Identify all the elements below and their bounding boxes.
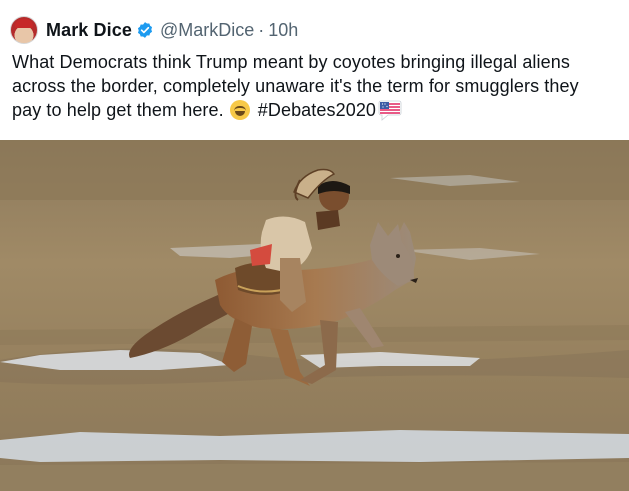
tweet-card[interactable]: Mark Dice @MarkDice · 10h What Democrats…	[0, 0, 629, 491]
tweet-photo[interactable]	[0, 140, 629, 491]
tweet-header: Mark Dice @MarkDice · 10h	[10, 16, 298, 44]
verified-badge-icon	[137, 22, 153, 38]
author-handle[interactable]: @MarkDice	[160, 20, 254, 41]
us-flag-speech-bubble-icon	[378, 100, 402, 121]
author-name[interactable]: Mark Dice	[46, 20, 132, 41]
separator-dot: ·	[258, 19, 265, 40]
hashtag-link[interactable]: #Debates2020	[258, 100, 376, 120]
grinning-squinting-face-emoji-icon	[229, 100, 250, 120]
tweet-text: What Democrats think Trump meant by coyo…	[12, 50, 612, 122]
tweet-timestamp[interactable]: 10h	[268, 20, 298, 41]
author-avatar[interactable]	[10, 16, 38, 44]
